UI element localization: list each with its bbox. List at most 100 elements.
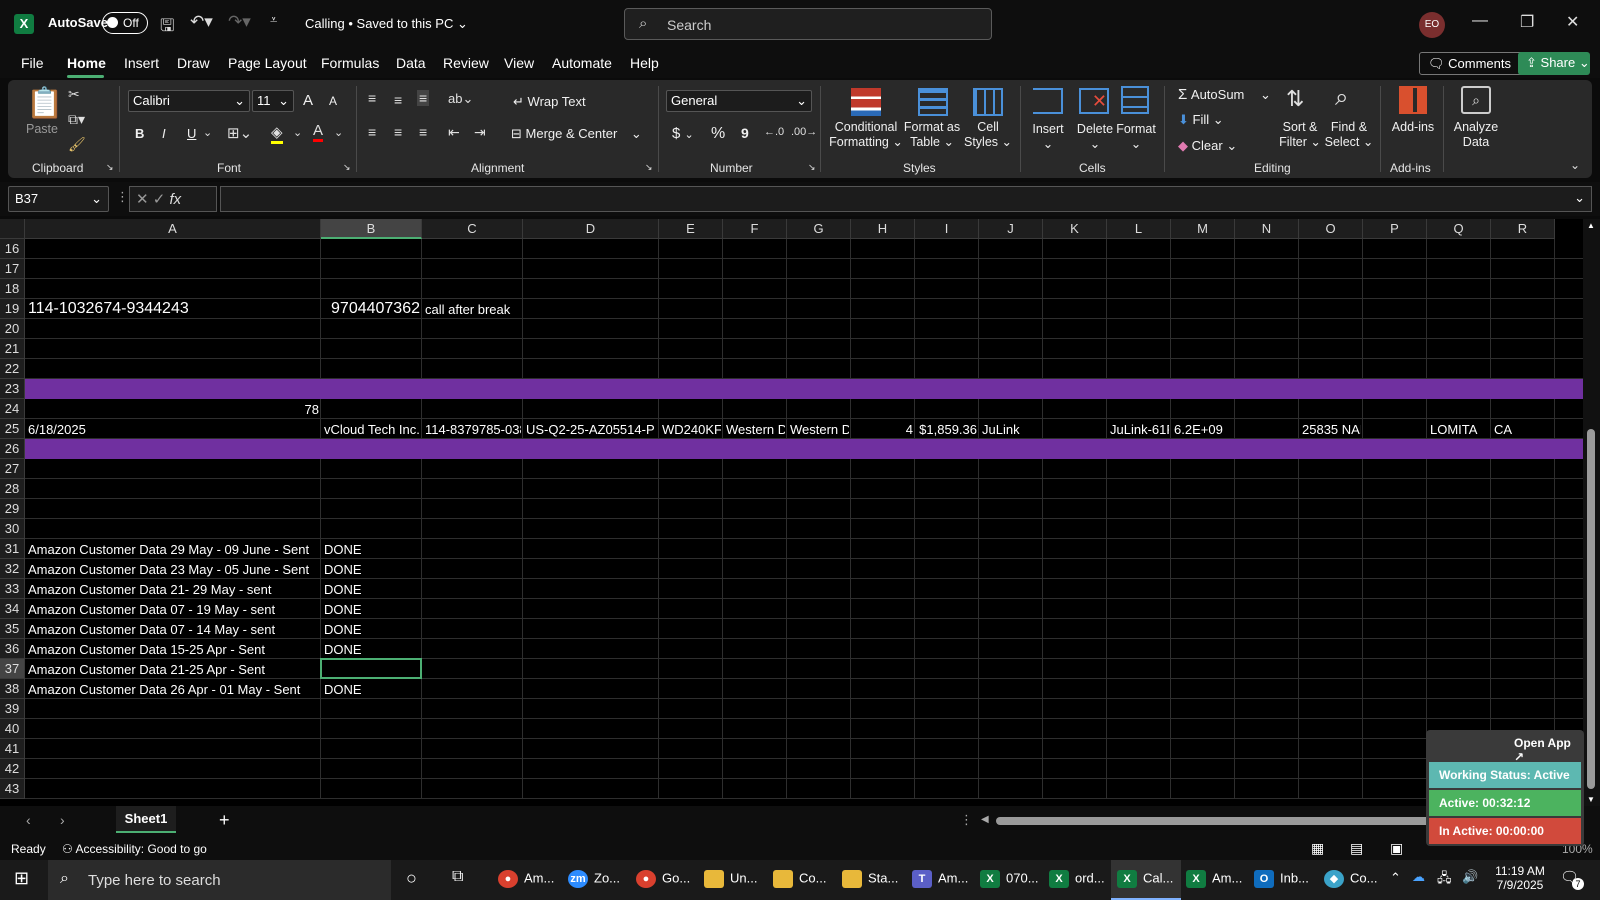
cell-q25[interactable]: LOMITA [1430, 422, 1489, 437]
document-title[interactable]: Calling • Saved to this PC ⌄ [305, 16, 468, 32]
cell-c19[interactable]: call after break [425, 302, 521, 317]
cell-b34[interactable]: DONE [324, 602, 420, 617]
next-sheet-icon[interactable]: › [60, 812, 65, 828]
column-header-a[interactable]: A [25, 219, 321, 239]
clear-button[interactable]: ◆ Clear ⌄ [1178, 138, 1237, 154]
column-header-b[interactable]: B [321, 219, 422, 239]
format-as-table-icon[interactable] [918, 88, 948, 116]
taskbar-item-excel-1[interactable]: X 070... [980, 870, 1039, 888]
column-header-q[interactable]: Q [1427, 219, 1491, 239]
prev-sheet-icon[interactable]: ‹ [26, 812, 31, 828]
tab-formulas[interactable]: Formulas [321, 55, 379, 71]
column-header-r[interactable]: R [1491, 219, 1555, 239]
column-header-h[interactable]: H [851, 219, 915, 239]
restore-icon[interactable]: ❐ [1520, 12, 1534, 32]
page-break-view-icon[interactable]: ▣ [1390, 840, 1403, 857]
taskbar-item-outlook[interactable]: O Inb... [1254, 870, 1309, 888]
autosum-button[interactable]: Σ AutoSum ⌄ [1178, 86, 1271, 103]
dialog-launcher-icon[interactable]: ↘ [106, 162, 114, 173]
dialog-launcher-icon[interactable]: ↘ [343, 162, 351, 173]
row-header-26[interactable]: 26 [0, 439, 25, 459]
formula-input[interactable]: ⌄ [220, 186, 1592, 212]
network-icon[interactable]: 🖧 [1437, 869, 1452, 891]
format-cells-icon[interactable] [1121, 86, 1149, 114]
cell-b33[interactable]: DONE [324, 582, 420, 597]
align-right-icon[interactable]: ≡ [419, 124, 427, 140]
task-view-icon[interactable]: ⧉ [452, 868, 463, 886]
scroll-left-icon[interactable]: ◀ [981, 814, 989, 825]
cell-a19[interactable]: 114-1032674-9344243 [28, 300, 319, 318]
cell-b19[interactable]: 9704407362 [324, 300, 420, 318]
cancel-icon[interactable]: ✕ [136, 191, 149, 208]
autosave-toggle[interactable]: Off [102, 12, 148, 34]
cell-i25[interactable]: $1,859.36 [918, 422, 977, 437]
row-header-16[interactable]: 16 [0, 239, 25, 259]
select-all-corner[interactable] [0, 219, 25, 239]
row-header-36[interactable]: 36 [0, 639, 25, 659]
taskbar-item-excel-2[interactable]: Xord... [1049, 870, 1105, 888]
tab-home[interactable]: Home [67, 55, 106, 71]
taskbar-item-chrome-2[interactable]: ● Go... [636, 870, 690, 888]
italic-button[interactable]: I [162, 126, 166, 141]
taskbar-item-copilot[interactable]: ◆ Co... [1324, 870, 1377, 888]
tab-draw[interactable]: Draw [177, 55, 210, 71]
cell-b36[interactable]: DONE [324, 642, 420, 657]
fill-color-icon[interactable]: ◈ [271, 123, 283, 144]
paste-icon[interactable]: 📋 [26, 86, 63, 121]
cell-a37[interactable]: Amazon Customer Data 21-25 Apr - Sent [28, 662, 319, 677]
onedrive-icon[interactable]: ☁ [1412, 869, 1425, 885]
insert-cells-icon[interactable] [1033, 88, 1063, 114]
close-icon[interactable]: ✕ [1566, 12, 1579, 32]
save-icon[interactable]: 🖫 [160, 13, 174, 42]
row-header-40[interactable]: 40 [0, 719, 25, 739]
normal-view-icon[interactable]: ▦ [1311, 840, 1324, 857]
align-center-icon[interactable]: ≡ [394, 124, 402, 140]
sheet-tab-sheet1[interactable]: Sheet1 [116, 806, 176, 833]
row-header-32[interactable]: 32 [0, 559, 25, 579]
tab-insert[interactable]: Insert [124, 55, 159, 71]
column-header-o[interactable]: O [1299, 219, 1363, 239]
search-box[interactable]: ⌕ Search [624, 8, 992, 40]
fill-button[interactable]: ⬇ Fill ⌄ [1178, 112, 1224, 128]
tab-review[interactable]: Review [443, 55, 489, 71]
cell-e25[interactable]: WD240KFC [662, 422, 721, 437]
delete-cells-button[interactable]: Delete ⌄ [1072, 122, 1118, 152]
wrap-text-button[interactable]: ↵ Wrap Text [513, 94, 586, 110]
cell-a24[interactable]: 78 [28, 402, 319, 417]
selected-cell-b37[interactable] [320, 658, 422, 679]
cell-c25[interactable]: 114-8379785-038 [425, 422, 521, 437]
tab-help[interactable]: Help [630, 55, 659, 71]
insert-cells-button[interactable]: Insert ⌄ [1026, 122, 1070, 152]
tab-view[interactable]: View [504, 55, 534, 71]
chevron-down-icon[interactable]: ⌄ [293, 126, 302, 139]
redo-icon[interactable]: ↷▾ [228, 12, 251, 32]
cell-b38[interactable]: DONE [324, 682, 420, 697]
page-layout-view-icon[interactable]: ▤ [1350, 840, 1363, 857]
scroll-down-icon[interactable]: ▼ [1587, 795, 1595, 804]
merge-center-button[interactable]: ⊟ Merge & Center ⌄ [511, 126, 642, 142]
tray-chevron-icon[interactable]: ⌃ [1390, 870, 1401, 886]
cell-a31[interactable]: Amazon Customer Data 29 May - 09 June - … [28, 542, 319, 557]
find-select-icon[interactable]: ⌕ [1335, 84, 1348, 112]
avatar[interactable]: EO [1419, 12, 1445, 38]
column-header-k[interactable]: K [1043, 219, 1107, 239]
column-header-i[interactable]: I [915, 219, 979, 239]
dialog-launcher-icon[interactable]: ↘ [645, 162, 653, 173]
cell-a34[interactable]: Amazon Customer Data 07 - 19 May - sent [28, 602, 319, 617]
cell-f25[interactable]: Western Di [726, 422, 785, 437]
row-header-19[interactable]: 19 [0, 299, 25, 319]
cell-styles-icon[interactable] [973, 88, 1003, 116]
cell-styles-button[interactable]: Cell Styles ⌄ [960, 120, 1016, 150]
paste-button[interactable]: Paste [26, 122, 58, 137]
align-middle-icon[interactable]: ≡ [394, 92, 402, 108]
collapse-ribbon-icon[interactable]: ⌄ [1570, 158, 1580, 172]
row-header-34[interactable]: 34 [0, 599, 25, 619]
row-header-30[interactable]: 30 [0, 519, 25, 539]
taskbar-item-chrome-1[interactable]: ● Am... [498, 870, 554, 888]
accessibility-status[interactable]: ⚇ Accessibility: Good to go [62, 842, 207, 856]
cell-a38[interactable]: Amazon Customer Data 26 Apr - 01 May - S… [28, 682, 319, 697]
open-app-link[interactable]: Open App ↗ [1514, 736, 1584, 764]
cell-a25[interactable]: 6/18/2025 [28, 422, 319, 437]
cortana-icon[interactable]: ○ [406, 868, 417, 889]
orientation-icon[interactable]: ab⌄ [448, 91, 473, 107]
